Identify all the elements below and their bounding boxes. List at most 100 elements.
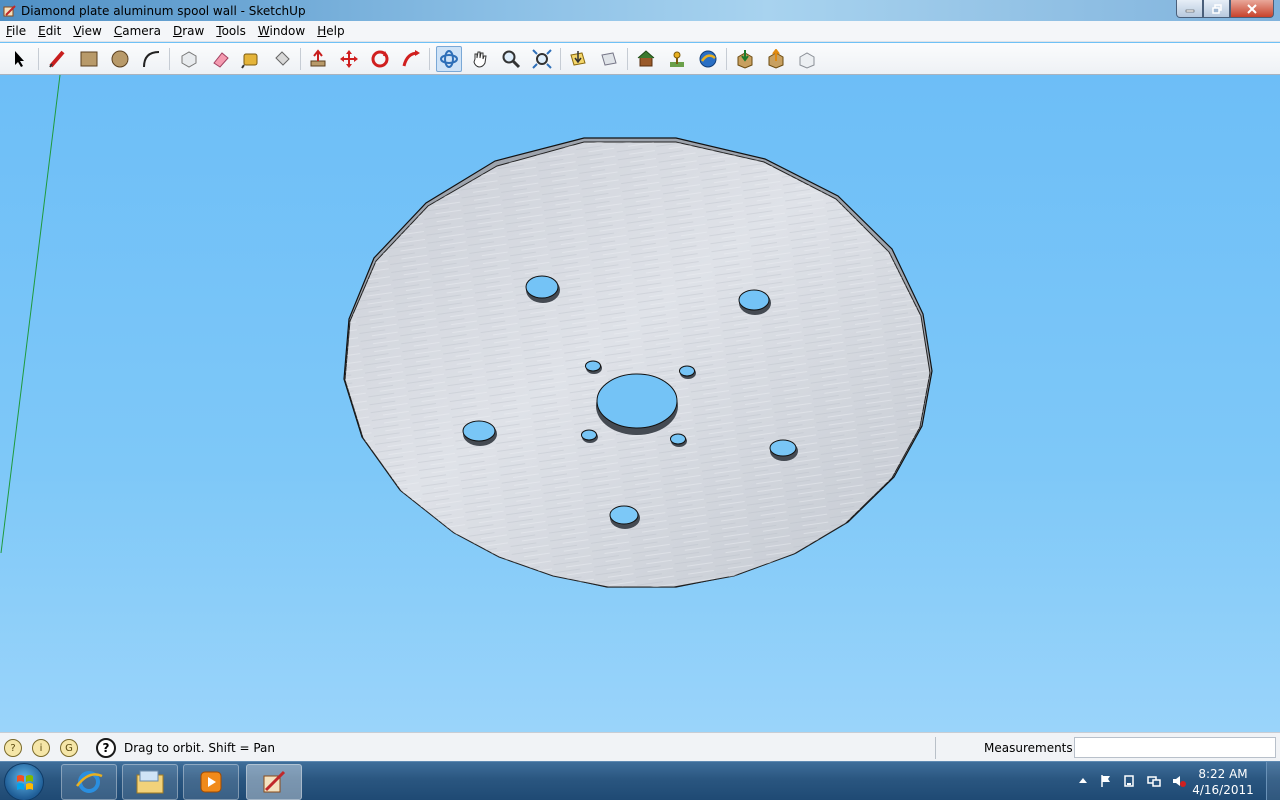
pencil-tool-button[interactable] bbox=[45, 46, 71, 72]
credits-status-icon[interactable]: i bbox=[32, 739, 50, 757]
menu-edit[interactable]: Edit bbox=[32, 24, 67, 38]
share-model-button[interactable] bbox=[763, 46, 789, 72]
pencil-icon bbox=[49, 50, 65, 68]
house-models-icon bbox=[637, 50, 655, 67]
close-icon bbox=[1247, 3, 1257, 14]
taskbar-media-player[interactable] bbox=[183, 764, 239, 800]
rectangle-tool-button[interactable] bbox=[76, 46, 102, 72]
globe-icon bbox=[699, 50, 717, 68]
taskbar-sketchup[interactable] bbox=[246, 764, 302, 800]
share-component-icon bbox=[799, 52, 815, 69]
clock-date: 4/16/2011 bbox=[1192, 783, 1254, 797]
sketchup-icon bbox=[263, 770, 286, 793]
start-button[interactable] bbox=[4, 763, 44, 800]
arc-tool-button[interactable] bbox=[138, 46, 164, 72]
measurements-label: Measurements bbox=[984, 741, 1073, 755]
next-view-button[interactable] bbox=[596, 46, 622, 72]
push-pull-icon bbox=[310, 49, 326, 67]
eraser-tool-button[interactable] bbox=[207, 46, 233, 72]
tape-measure-button[interactable] bbox=[238, 46, 264, 72]
action-center-flag-icon[interactable] bbox=[1099, 774, 1113, 788]
eraser-icon bbox=[213, 52, 229, 68]
download-box-icon bbox=[737, 50, 753, 69]
restore-icon bbox=[1211, 3, 1222, 14]
follow-me-button[interactable] bbox=[398, 46, 424, 72]
instructor-help-icon[interactable]: ? bbox=[96, 738, 116, 758]
model-viewport[interactable] bbox=[0, 75, 1280, 732]
green-axis-line bbox=[0, 75, 61, 554]
arc-icon bbox=[143, 51, 160, 68]
taskbar-windows-explorer[interactable] bbox=[122, 764, 178, 800]
model-canvas[interactable] bbox=[0, 75, 1280, 732]
zoom-extents-button[interactable] bbox=[529, 46, 555, 72]
rotate-tool-button[interactable] bbox=[367, 46, 393, 72]
rotate-icon bbox=[371, 50, 389, 68]
center-hole bbox=[596, 373, 678, 435]
hand-icon bbox=[473, 51, 487, 68]
menu-bar: File Edit View Camera Draw Tools Window … bbox=[0, 21, 1280, 42]
device-icon[interactable] bbox=[1122, 774, 1136, 788]
circle-tool-button[interactable] bbox=[107, 46, 133, 72]
outer-hole bbox=[769, 439, 798, 461]
get-models-3d-button[interactable] bbox=[732, 46, 758, 72]
move-icon bbox=[340, 50, 358, 68]
window-title: Diamond plate aluminum spool wall - Sket… bbox=[21, 3, 306, 18]
google-earth-button[interactable] bbox=[695, 46, 721, 72]
add-location-button[interactable] bbox=[664, 46, 690, 72]
system-clock[interactable]: 8:22 AM 4/16/2011 bbox=[1188, 766, 1258, 798]
minimize-icon bbox=[1185, 9, 1194, 12]
outer-hole bbox=[525, 275, 560, 303]
minimize-button[interactable] bbox=[1176, 0, 1203, 18]
menu-file[interactable]: File bbox=[0, 24, 32, 38]
next-view-icon bbox=[601, 52, 617, 66]
measurements-input[interactable] bbox=[1074, 737, 1276, 758]
menu-tools[interactable]: Tools bbox=[210, 24, 252, 38]
outer-hole bbox=[462, 420, 497, 446]
location-pin-icon bbox=[670, 51, 684, 67]
restore-button[interactable] bbox=[1203, 0, 1230, 18]
volume-muted-icon[interactable] bbox=[1172, 774, 1186, 788]
zoom-extents-icon bbox=[532, 49, 552, 69]
status-divider bbox=[935, 737, 936, 759]
close-button[interactable] bbox=[1230, 0, 1274, 18]
media-player-icon bbox=[200, 771, 222, 793]
menu-window[interactable]: Window bbox=[252, 24, 311, 38]
pan-tool-button[interactable] bbox=[467, 46, 493, 72]
select-tool-button[interactable] bbox=[7, 46, 33, 72]
show-desktop-button[interactable] bbox=[1266, 762, 1280, 800]
zoom-tool-button[interactable] bbox=[498, 46, 524, 72]
google-signin-status-icon[interactable]: G bbox=[60, 739, 78, 757]
component-icon bbox=[181, 51, 197, 68]
status-bar: ? i G ? Drag to orbit. Shift = Pan Measu… bbox=[0, 732, 1280, 761]
previous-view-button[interactable] bbox=[565, 46, 591, 72]
show-hidden-icons-icon[interactable] bbox=[1076, 774, 1090, 788]
main-toolbar bbox=[0, 43, 1280, 75]
push-pull-button[interactable] bbox=[305, 46, 331, 72]
upload-box-icon bbox=[768, 49, 784, 69]
circle-icon bbox=[111, 50, 129, 68]
share-component-button[interactable] bbox=[794, 46, 820, 72]
move-tool-button[interactable] bbox=[336, 46, 362, 72]
paint-bucket-icon bbox=[275, 51, 290, 66]
follow-me-icon bbox=[402, 50, 420, 67]
sketchup-app-icon[interactable] bbox=[3, 4, 17, 18]
menu-view[interactable]: View bbox=[67, 24, 107, 38]
internet-explorer-icon bbox=[76, 771, 103, 793]
make-component-button[interactable] bbox=[176, 46, 202, 72]
rectangle-icon bbox=[80, 51, 98, 67]
orbit-icon bbox=[440, 50, 458, 68]
get-models-button[interactable] bbox=[633, 46, 659, 72]
orbit-tool-button[interactable] bbox=[436, 46, 462, 72]
network-icon[interactable] bbox=[1147, 774, 1161, 788]
geo-location-status-icon[interactable]: ? bbox=[4, 739, 22, 757]
tape-measure-icon bbox=[241, 53, 258, 69]
taskbar-internet-explorer[interactable] bbox=[61, 764, 117, 800]
paint-bucket-button[interactable] bbox=[269, 46, 295, 72]
folder-icon bbox=[136, 770, 164, 794]
previous-view-icon bbox=[570, 51, 586, 66]
menu-draw[interactable]: Draw bbox=[167, 24, 210, 38]
menu-help[interactable]: Help bbox=[311, 24, 350, 38]
title-bar: Diamond plate aluminum spool wall - Sket… bbox=[0, 0, 1280, 21]
menu-camera[interactable]: Camera bbox=[108, 24, 167, 38]
clock-time: 8:22 AM bbox=[1198, 767, 1248, 781]
